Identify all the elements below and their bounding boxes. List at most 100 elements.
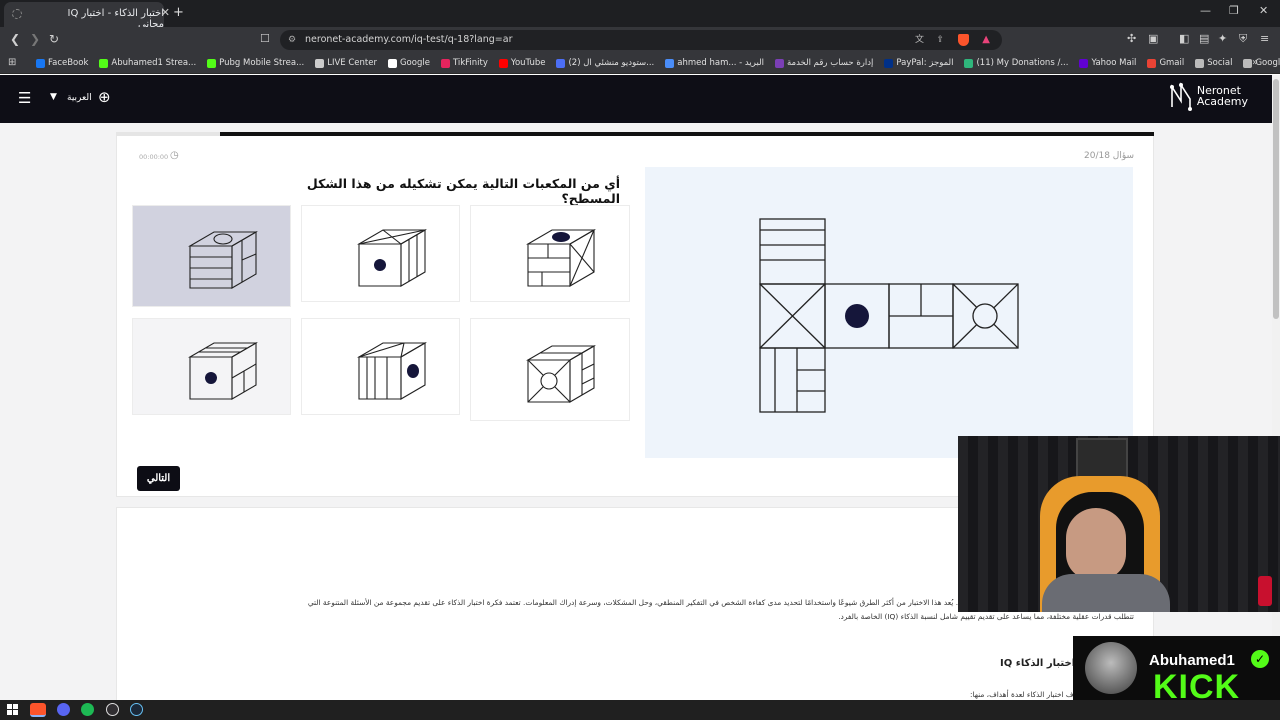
cube-option-icon (496, 214, 606, 308)
browser-tab[interactable]: اختبار الذكاء - اختبار IQ مجاني ✕ (4, 2, 170, 30)
bookmark-favicon-icon (1079, 58, 1089, 68)
steam-taskbar-icon[interactable] (130, 703, 143, 716)
answer-option-4[interactable] (470, 318, 630, 421)
wallet-icon[interactable]: ▣ (1148, 32, 1158, 45)
cube-option-icon (327, 327, 437, 421)
answer-option-1[interactable] (470, 205, 630, 302)
bookmark-label: PayPal: الموجز (896, 58, 954, 68)
bookmark-item[interactable]: FaceBook (36, 58, 88, 68)
close-tab-icon[interactable]: ✕ (161, 6, 170, 19)
question-counter: سؤال 20/18 (1084, 151, 1135, 161)
sidebar-icon[interactable]: ◧ (1179, 32, 1189, 45)
vpn-icon[interactable]: ⛨ (1239, 32, 1247, 46)
bookmark-item[interactable]: Social (1195, 58, 1232, 68)
address-toolbar: ❮ ❯ ↻ ☐ ⚙ neronet-academy.com/iq-test/q-… (0, 27, 1280, 53)
extensions-icon[interactable]: ✣ (1127, 32, 1136, 45)
leo-ai-icon[interactable]: ✦ (1218, 32, 1227, 45)
next-button[interactable]: التالي (137, 466, 180, 491)
bookmark-favicon-icon (440, 58, 450, 68)
cube-option-icon (158, 216, 268, 310)
bookmark-item[interactable]: Yahoo Mail (1079, 58, 1136, 68)
obs-taskbar-icon[interactable] (106, 703, 119, 716)
bookmark-label: FaceBook (48, 58, 89, 68)
neronet-logo-icon (1169, 82, 1192, 111)
streamer-name: Abuhamed1 (1149, 652, 1235, 669)
back-icon[interactable]: ❮ (10, 32, 20, 46)
bookmark-favicon-icon (387, 58, 397, 68)
language-label[interactable]: العربية (67, 93, 92, 103)
bookmark-item[interactable]: Pubg Mobile Strea... (207, 58, 304, 68)
bookmark-item[interactable]: (11) My Donations /... (964, 58, 1068, 68)
bookmark-item[interactable]: TikFinity (440, 58, 488, 68)
browser-tab-strip: اختبار الذكاء - اختبار IQ مجاني ✕ + — ❐ … (0, 0, 1280, 30)
bookmark-item[interactable]: Google (387, 58, 430, 68)
more-bookmarks-icon[interactable]: » (1252, 57, 1258, 68)
bookmark-favicon-icon (556, 58, 566, 68)
bookmark-label: Gmail (1159, 58, 1185, 68)
net-face-bottom (759, 347, 826, 413)
streamer-body (1042, 574, 1170, 612)
windows-start-icon[interactable] (7, 704, 18, 715)
brave-shield-icon[interactable] (958, 34, 969, 46)
site-header: ☰ ▼ العربية ⊕ Neronet Academy (0, 75, 1272, 123)
bookmark-favicon-icon (36, 58, 45, 68)
forward-icon[interactable]: ❯ (30, 32, 40, 46)
answer-option-6[interactable] (132, 318, 291, 415)
bookmark-item[interactable]: Google (1243, 58, 1280, 68)
minimize-button[interactable]: — (1200, 4, 1211, 17)
bookmark-label: TikFinity (452, 58, 488, 68)
bookmark-item[interactable]: LIVE Center (315, 58, 377, 68)
answer-option-3[interactable] (132, 205, 291, 307)
bookmark-favicon-icon (498, 58, 508, 68)
bookmark-favicon-icon (665, 58, 675, 68)
chevron-down-icon[interactable]: ▼ (50, 92, 57, 102)
answer-option-2[interactable] (301, 205, 460, 302)
restore-button[interactable]: ❐ (1229, 4, 1239, 17)
article-line-3: يهدف اختبار الذكاء لعدة أهداف، منها: (970, 690, 1083, 699)
site-info-icon[interactable]: ⚙ (288, 30, 296, 50)
streamer-avatar (1085, 642, 1137, 694)
menu-icon[interactable]: ≡ (1260, 32, 1269, 45)
bookmark-label: YouTube (510, 58, 546, 68)
streamer-head (1066, 508, 1126, 580)
brave-rewards-icon[interactable]: ▲ (982, 30, 990, 50)
question-text: أي من المكعبات التالية يمكن تشكيله من هذ… (306, 176, 620, 206)
windows-taskbar (0, 700, 1280, 720)
answer-option-5[interactable] (301, 318, 460, 415)
bookmarks-bar: ⊞ FaceBook Abuhamed1 Strea... Pubg Mobile … (0, 53, 1280, 74)
bookmark-item[interactable]: (2) ستوديو منشئي ال... (556, 58, 654, 68)
apps-icon[interactable]: ⊞ (8, 57, 16, 68)
bookmark-item[interactable]: Gmail (1147, 58, 1184, 68)
bookmark-item[interactable]: ahmed ham... - البريد (665, 58, 764, 68)
url-text: neronet-academy.com/iq-test/q-18?lang=ar (305, 34, 513, 45)
kick-branding: Abuhamed1 ✓ KICK (1073, 636, 1280, 706)
progress-fill (220, 132, 1154, 136)
close-window-button[interactable]: ✕ (1259, 4, 1268, 17)
url-bar[interactable]: ⚙ neronet-academy.com/iq-test/q-18?lang=… (280, 30, 1002, 50)
brave-taskbar-icon[interactable] (30, 703, 46, 717)
net-small-circle (972, 303, 998, 329)
neronet-logo[interactable]: Neronet Academy (1169, 81, 1248, 111)
spotify-taskbar-icon[interactable] (81, 703, 94, 716)
share-icon[interactable]: ⇪ (936, 30, 944, 50)
logo-text-line2: Academy (1196, 95, 1248, 108)
bookmark-item[interactable]: PayPal: الموجز (884, 58, 953, 68)
bookmark-favicon-icon (1195, 58, 1205, 68)
bookmark-item[interactable]: إدارة حساب رقم الخدمة (774, 58, 873, 68)
hamburger-menu-icon[interactable]: ☰ (18, 89, 31, 107)
bookmark-label: (11) My Donations /... (976, 58, 1069, 68)
loading-icon (12, 9, 22, 19)
globe-icon[interactable]: ⊕ (98, 88, 111, 106)
translate-icon[interactable]: 文 (915, 30, 924, 50)
bookmark-label: LIVE Center (327, 58, 377, 68)
reload-icon[interactable]: ↻ (49, 32, 59, 46)
bookmark-label: Abuhamed1 Strea... (111, 58, 197, 68)
bookmark-item[interactable]: YouTube (498, 58, 546, 68)
net-dot (845, 304, 869, 328)
bookmark-favicon-icon (207, 58, 217, 68)
new-tab-button[interactable]: + (173, 5, 184, 20)
discord-taskbar-icon[interactable] (57, 703, 70, 716)
bookmark-icon[interactable]: ☐ (260, 32, 270, 45)
wallet2-icon[interactable]: ▤ (1199, 32, 1209, 45)
bookmark-item[interactable]: Abuhamed1 Strea... (99, 58, 196, 68)
